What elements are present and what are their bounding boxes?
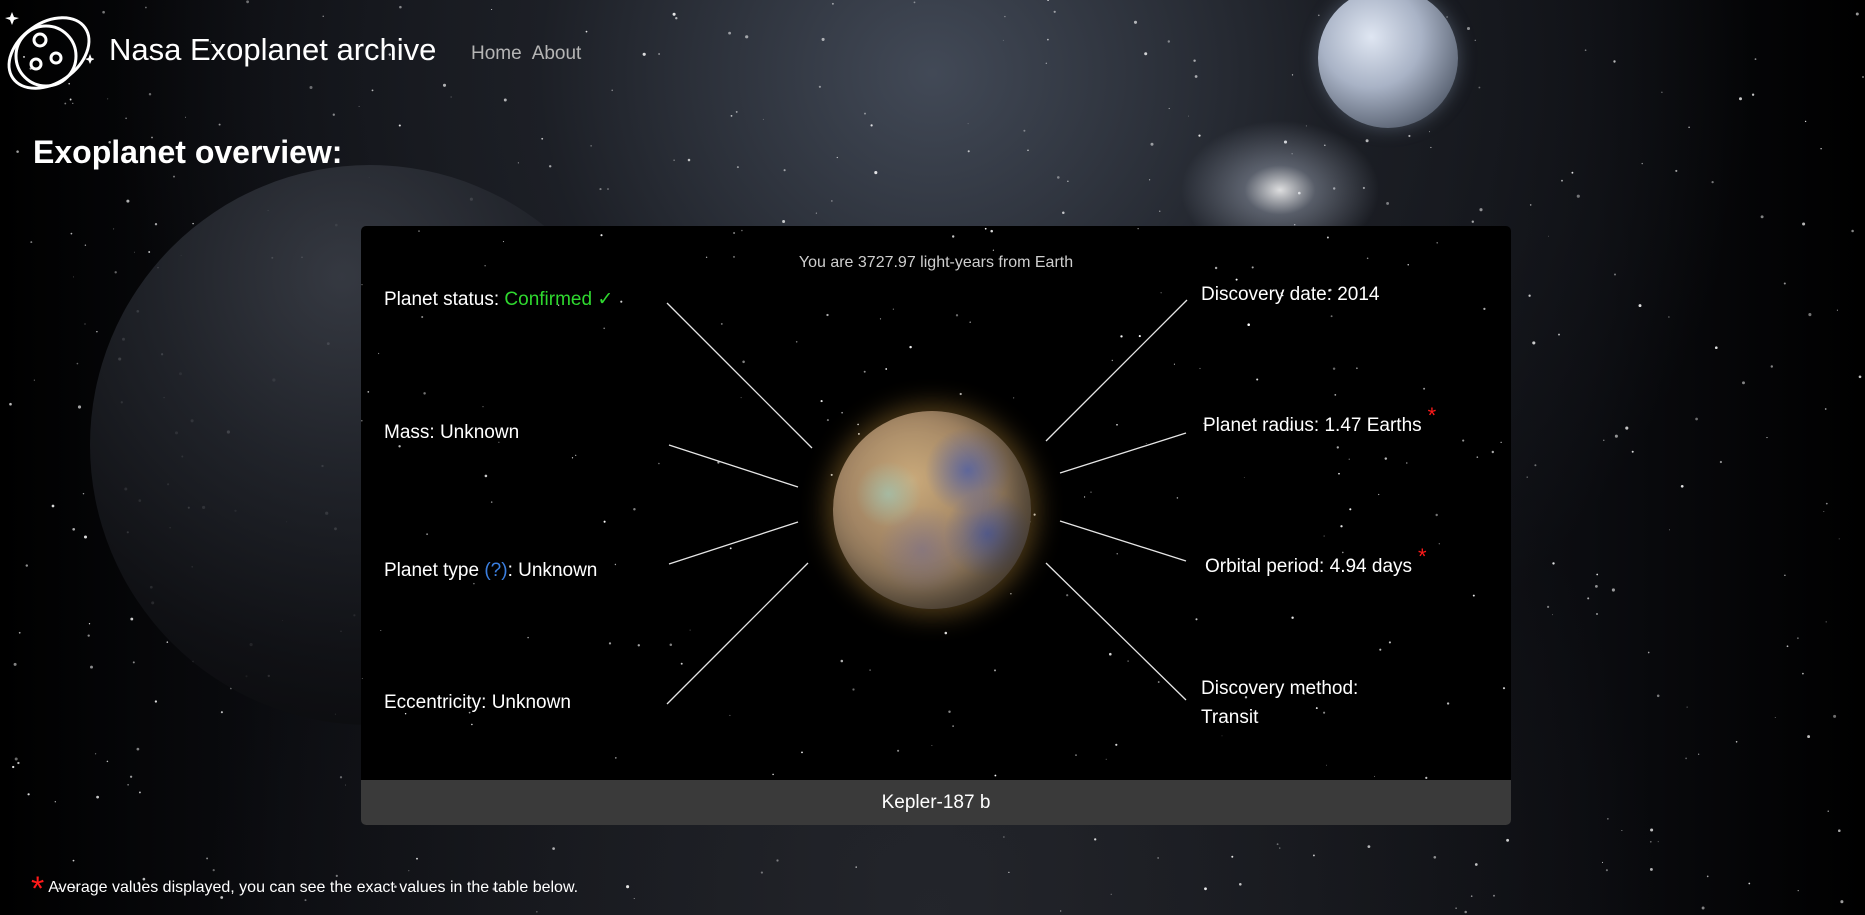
planet-logo-icon[interactable] <box>4 8 94 98</box>
planet-type: Planet type (?): Unknown <box>384 560 598 581</box>
main-nav: Home About <box>471 43 581 65</box>
planet-status-value: Confirmed ✓ <box>504 289 614 310</box>
discovery-method: Discovery method: Transit <box>1201 674 1358 732</box>
footnote-asterisk: * <box>31 870 45 908</box>
orbital-period-value: 4.94 days <box>1329 556 1413 577</box>
average-values-footnote: * Average values displayed, you can see t… <box>31 862 579 908</box>
orbital-period: Orbital period: 4.94 days * <box>1205 544 1427 577</box>
discovery-date: Discovery date: 2014 <box>1201 284 1380 305</box>
nav-link-home[interactable]: Home <box>471 43 522 65</box>
planet-type-help-link[interactable]: (?) <box>484 560 507 581</box>
planet-eccentricity-value: Unknown <box>491 692 571 713</box>
footnote-text: Average values displayed, you can see th… <box>48 879 579 896</box>
discovery-method-label: Discovery method: <box>1201 678 1359 699</box>
discovery-method-value: Transit <box>1201 707 1259 728</box>
planet-mass: Mass: Unknown <box>384 422 520 443</box>
page: Nasa Exoplanet archive Home About Exopla… <box>0 0 1865 915</box>
planet-radius: Planet radius: 1.47 Earths * <box>1203 403 1437 436</box>
nav-link-about[interactable]: About <box>532 43 582 65</box>
planet-name-bar: Kepler-187 b <box>361 780 1511 825</box>
planet-eccentricity: Eccentricity: Unknown <box>384 692 571 713</box>
average-value-asterisk: * <box>1427 403 1437 428</box>
planet-status: Planet status: Confirmed ✓ <box>384 289 614 310</box>
planet-mass-value: Unknown <box>439 422 520 443</box>
site-header: Nasa Exoplanet archive Home About <box>0 0 1865 100</box>
discovery-date-value: 2014 <box>1337 284 1380 305</box>
planet-type-value: Unknown <box>518 560 598 581</box>
exoplanet-overview-card: You are 3727.97 light-years from Earth P… <box>361 226 1511 825</box>
site-brand-title[interactable]: Nasa Exoplanet archive <box>109 32 436 68</box>
planet-image <box>833 411 1031 609</box>
average-value-asterisk: * <box>1418 544 1427 569</box>
page-title: Exoplanet overview: <box>33 134 343 170</box>
planet-radius-value: 1.47 Earths <box>1324 415 1422 436</box>
